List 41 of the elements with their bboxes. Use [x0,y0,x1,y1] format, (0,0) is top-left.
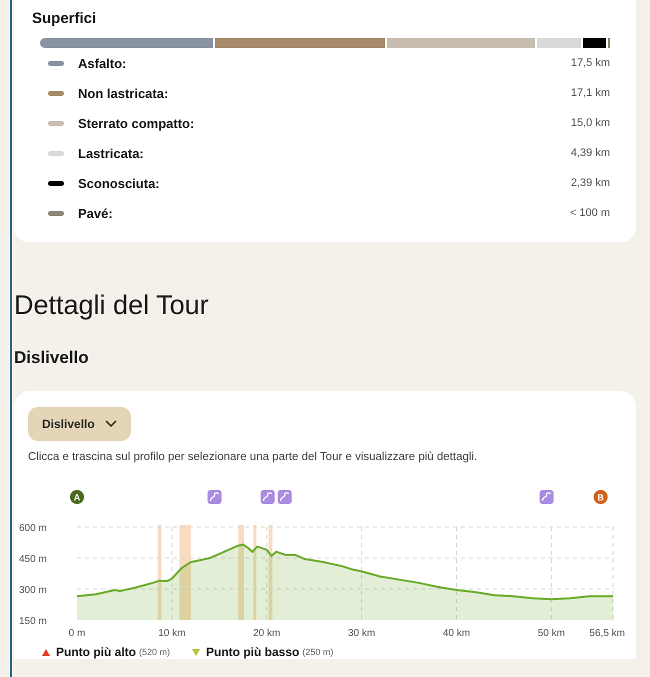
winding-road-icon[interactable] [260,490,275,504]
y-axis-label: 450 m [19,554,47,565]
surface-label: Lastricata: [78,146,145,160]
legend-value: (250 m) [302,647,334,657]
x-axis-label: 20 km [253,628,280,639]
triangle-down-icon [192,648,200,656]
winding-road-icon[interactable] [278,490,292,504]
surfaces-title: Superfici [32,10,98,27]
surface-distance: 17,1 km [570,87,610,99]
chevron-down-icon [104,420,117,428]
x-axis-label: 0 m [68,628,86,639]
surface-label: Pavé: [78,206,114,220]
x-axis-label: 56,5 km [589,628,625,639]
surface-label: Sconosciuta: [78,176,161,190]
waypoint-marker[interactable]: B [594,490,608,504]
waypoint-marker[interactable]: A [70,490,84,504]
surface-distance: 4,39 km [570,147,610,159]
surface-label: Sterrato compatto: [78,116,196,130]
triangle-up-icon [42,648,50,656]
surface-label: Non lastricata: [78,86,170,100]
winding-road-icon[interactable] [208,490,222,504]
y-axis-label: 600 m [19,523,47,534]
subsection-heading: Dislivello [14,348,90,368]
x-axis-label: 40 km [442,628,470,639]
y-axis-label: 300 m [19,585,47,596]
instruction-text: Clicca e trascina sul profilo per selezionare una parte del Tour e visualizzare più dettagli. [28,451,478,463]
surface-distance: < 100 m [570,207,610,219]
x-axis-label: 30 km [348,628,376,639]
winding-road-icon[interactable] [540,490,554,504]
surface-distance: 15,0 km [570,117,610,129]
elevation-dropdown[interactable]: Dislivello [28,407,131,441]
x-axis-label: 10 km [158,628,186,639]
x-axis-label: 50 km [538,628,565,639]
legend-label: Punto più basso [206,645,300,659]
legend-label: Punto più alto [56,645,136,659]
legend-value: (520 m) [139,647,170,657]
surface-distance: 2,39 km [570,177,610,189]
y-axis-label: 150 m [19,616,47,627]
section-heading: Dettagli del Tour [14,290,210,321]
surface-distance: 17,5 km [570,57,610,69]
surface-label: Asfalto: [78,56,128,70]
